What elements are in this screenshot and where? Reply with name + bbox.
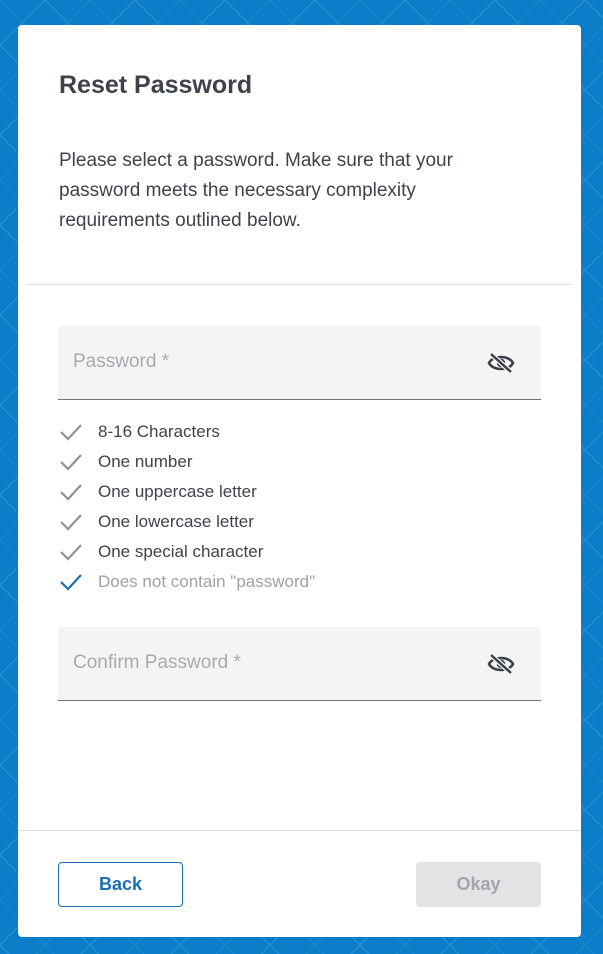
okay-button[interactable]: Okay — [416, 862, 541, 907]
dialog-title: Reset Password — [59, 71, 253, 99]
check-icon — [60, 544, 82, 561]
eye-slash-icon[interactable] — [487, 653, 515, 675]
requirement-label: Does not contain "password" — [98, 572, 316, 591]
reset-password-dialog: Reset Password Please select a password.… — [18, 25, 581, 937]
check-icon — [60, 514, 82, 531]
footer-divider — [18, 830, 581, 831]
eye-slash-icon[interactable] — [487, 352, 515, 374]
check-icon — [60, 424, 82, 441]
check-icon — [60, 484, 82, 501]
requirement-item: One special character — [58, 537, 541, 567]
requirement-label: One number — [98, 452, 193, 471]
requirement-item: One uppercase letter — [58, 477, 541, 507]
check-icon — [60, 454, 82, 471]
requirement-item: 8-16 Characters — [58, 417, 541, 447]
dialog-description: Please select a password. Make sure that… — [59, 150, 453, 231]
requirement-label: One uppercase letter — [98, 482, 257, 501]
password-field — [58, 326, 541, 400]
back-button[interactable]: Back — [58, 862, 183, 907]
header-divider — [28, 284, 571, 285]
requirement-label: One lowercase letter — [98, 512, 254, 531]
check-icon — [60, 574, 82, 591]
requirement-item: One lowercase letter — [58, 507, 541, 537]
confirm-password-input[interactable] — [58, 627, 478, 699]
requirement-item-met: Does not contain "password" — [58, 567, 541, 597]
requirement-item: One number — [58, 447, 541, 477]
requirement-label: One special character — [98, 542, 264, 561]
confirm-password-field — [58, 627, 541, 701]
requirement-label: 8-16 Characters — [98, 422, 220, 441]
password-requirements-list: 8-16 Characters One number One uppercase… — [58, 417, 541, 597]
password-input[interactable] — [58, 326, 478, 398]
